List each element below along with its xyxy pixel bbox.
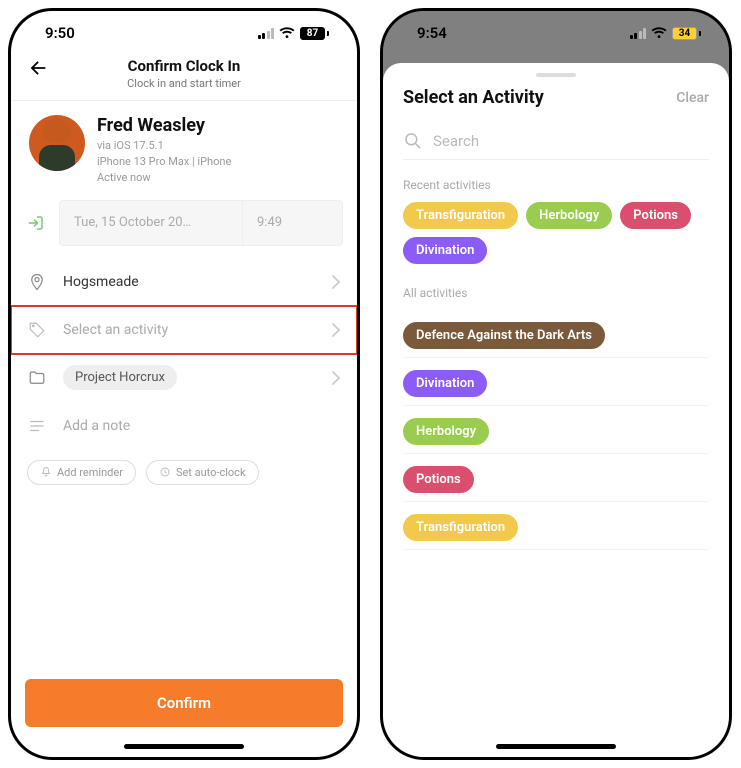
status-time: 9:54 bbox=[417, 24, 447, 42]
recent-activities: Transfiguration Herbology Potions Divinatio… bbox=[403, 202, 709, 264]
home-indicator[interactable] bbox=[496, 744, 616, 749]
chevron-right-icon bbox=[331, 371, 341, 385]
home-indicator[interactable] bbox=[124, 744, 244, 749]
search-input[interactable] bbox=[433, 132, 709, 150]
activity-tag[interactable]: Transfiguration bbox=[403, 202, 518, 229]
all-activities: Defence Against the Dark Arts Divination H… bbox=[403, 310, 709, 550]
project-chip[interactable]: Project Horcrux bbox=[63, 365, 177, 390]
activity-row[interactable]: Defence Against the Dark Arts bbox=[403, 310, 709, 358]
confirm-button[interactable]: Confirm bbox=[25, 679, 343, 727]
activity-tag[interactable]: Divination bbox=[403, 237, 487, 264]
note-icon bbox=[27, 417, 47, 435]
phone-select-activity: 9:54 34 Select an Activity Clear bbox=[380, 8, 732, 760]
datetime-row[interactable]: Tue, 15 October 20… 9:49 bbox=[59, 200, 343, 246]
back-button[interactable] bbox=[27, 57, 49, 79]
sheet-header: Select an Activity Clear bbox=[403, 87, 709, 108]
status-icons: 34 bbox=[630, 27, 702, 40]
activity-row[interactable]: Potions bbox=[403, 454, 709, 502]
wifi-icon bbox=[651, 27, 667, 39]
activity-tag[interactable]: Divination bbox=[403, 370, 487, 397]
location-label: Hogsmeade bbox=[63, 274, 315, 290]
chevron-right-icon bbox=[331, 275, 341, 289]
activity-placeholder: Select an activity bbox=[63, 322, 315, 338]
phone-confirm-clock-in: 9:50 87 Confirm Clock In Clock in and st… bbox=[8, 8, 360, 760]
folder-icon bbox=[27, 369, 47, 387]
user-avatar bbox=[29, 115, 85, 171]
recent-activities-label: Recent activities bbox=[403, 178, 709, 192]
sheet-handle[interactable] bbox=[536, 73, 576, 77]
clear-button[interactable]: Clear bbox=[676, 90, 709, 106]
wifi-icon bbox=[279, 27, 295, 39]
clock-icon bbox=[159, 466, 171, 478]
activity-row[interactable]: Divination bbox=[403, 358, 709, 406]
project-row[interactable]: Project Horcrux bbox=[11, 354, 357, 402]
status-bar: 9:54 34 bbox=[383, 11, 729, 55]
cellular-icon bbox=[258, 28, 275, 39]
battery-level: 34 bbox=[672, 27, 697, 40]
tag-icon bbox=[27, 321, 47, 339]
location-row[interactable]: Hogsmeade bbox=[11, 258, 357, 306]
clock-in-icon bbox=[27, 214, 45, 232]
activity-tag[interactable]: Potions bbox=[403, 466, 474, 493]
date-cell[interactable]: Tue, 15 October 20… bbox=[60, 201, 242, 245]
user-device: iPhone 13 Pro Max | iPhone bbox=[97, 154, 231, 170]
time-cell[interactable]: 9:49 bbox=[242, 201, 342, 245]
activity-sheet: Select an Activity Clear Recent activiti… bbox=[383, 63, 729, 757]
activity-tag[interactable]: Transfiguration bbox=[403, 514, 518, 541]
user-meta: Fred Weasley via iOS 17.5.1 iPhone 13 Pr… bbox=[97, 115, 231, 186]
activity-row[interactable]: Select an activity bbox=[11, 306, 357, 354]
battery-icon: 87 bbox=[300, 27, 329, 40]
cellular-icon bbox=[630, 28, 647, 39]
user-name: Fred Weasley bbox=[97, 115, 231, 136]
add-reminder-label: Add reminder bbox=[57, 466, 123, 479]
activity-tag[interactable]: Potions bbox=[620, 202, 691, 229]
sheet-title: Select an Activity bbox=[403, 87, 544, 108]
battery-level: 87 bbox=[300, 27, 325, 40]
location-icon bbox=[27, 273, 47, 291]
note-placeholder: Add a note bbox=[63, 418, 341, 434]
header-subtitle: Clock in and start timer bbox=[23, 77, 345, 90]
user-activity: Active now bbox=[97, 170, 231, 186]
search-row[interactable] bbox=[403, 122, 709, 160]
status-icons: 87 bbox=[258, 27, 330, 40]
status-bar: 9:50 87 bbox=[11, 11, 357, 55]
activity-row[interactable]: Transfiguration bbox=[403, 502, 709, 550]
screen-header: Confirm Clock In Clock in and start time… bbox=[11, 55, 357, 100]
search-icon bbox=[403, 131, 423, 151]
add-reminder-button[interactable]: Add reminder bbox=[27, 460, 136, 485]
set-auto-clock-label: Set auto-clock bbox=[176, 466, 246, 479]
chevron-right-icon bbox=[331, 323, 341, 337]
status-time: 9:50 bbox=[45, 24, 75, 42]
activity-tag[interactable]: Herbology bbox=[403, 418, 489, 445]
activity-tag[interactable]: Defence Against the Dark Arts bbox=[403, 322, 605, 349]
project-chip-wrap: Project Horcrux bbox=[63, 365, 315, 390]
user-os: via iOS 17.5.1 bbox=[97, 138, 231, 154]
action-pills: Add reminder Set auto-clock bbox=[11, 450, 357, 495]
note-row[interactable]: Add a note bbox=[11, 402, 357, 450]
set-auto-clock-button[interactable]: Set auto-clock bbox=[146, 460, 259, 485]
header-title: Confirm Clock In bbox=[23, 57, 345, 75]
bell-icon bbox=[40, 466, 52, 478]
activity-tag[interactable]: Herbology bbox=[526, 202, 612, 229]
battery-icon: 34 bbox=[672, 27, 701, 40]
user-block: Fred Weasley via iOS 17.5.1 iPhone 13 Pr… bbox=[11, 101, 357, 196]
activity-row[interactable]: Herbology bbox=[403, 406, 709, 454]
all-activities-label: All activities bbox=[403, 286, 709, 300]
